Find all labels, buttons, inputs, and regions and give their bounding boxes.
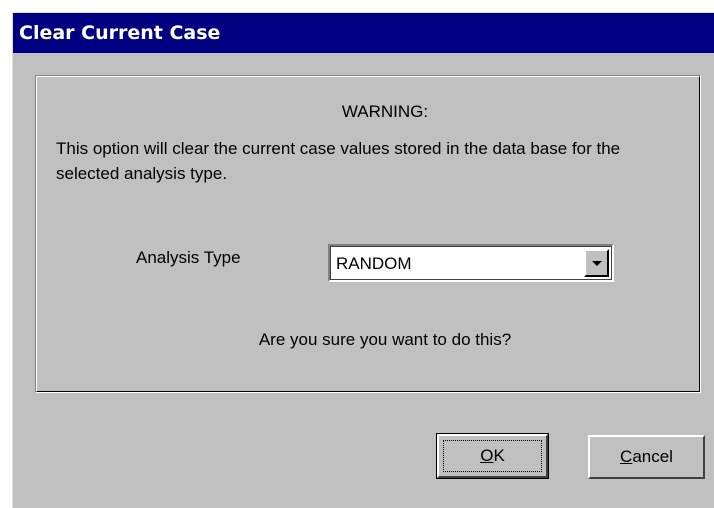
ok-mnemonic: O xyxy=(480,446,494,465)
ok-button[interactable]: OK xyxy=(436,433,549,479)
analysis-type-value: RANDOM xyxy=(336,254,412,273)
warning-message: This option will clear the current case … xyxy=(56,139,621,183)
title-bar[interactable]: Clear Current Case xyxy=(13,13,714,53)
warning-heading: WARNING: xyxy=(341,102,429,121)
cancel-button-label: Cancel xyxy=(620,447,673,466)
analysis-type-select[interactable]: RANDOM xyxy=(328,244,614,282)
cancel-mnemonic: C xyxy=(620,447,633,466)
analysis-type-dropdown-button[interactable] xyxy=(584,249,609,277)
ok-button-label: OK xyxy=(480,446,505,465)
chevron-down-icon xyxy=(592,261,602,266)
analysis-type-label: Analysis Type xyxy=(136,248,241,267)
cancel-button[interactable]: Cancel xyxy=(588,435,705,479)
ok-label-rest: K xyxy=(493,446,505,465)
clear-current-case-dialog: Clear Current Case WARNING: This option … xyxy=(12,12,714,508)
window-title: Clear Current Case xyxy=(19,22,221,44)
confirm-question: Are you sure you want to do this? xyxy=(258,330,512,349)
cancel-label-rest: ancel xyxy=(632,447,673,466)
warning-group-box: WARNING: This option will clear the curr… xyxy=(35,75,701,393)
